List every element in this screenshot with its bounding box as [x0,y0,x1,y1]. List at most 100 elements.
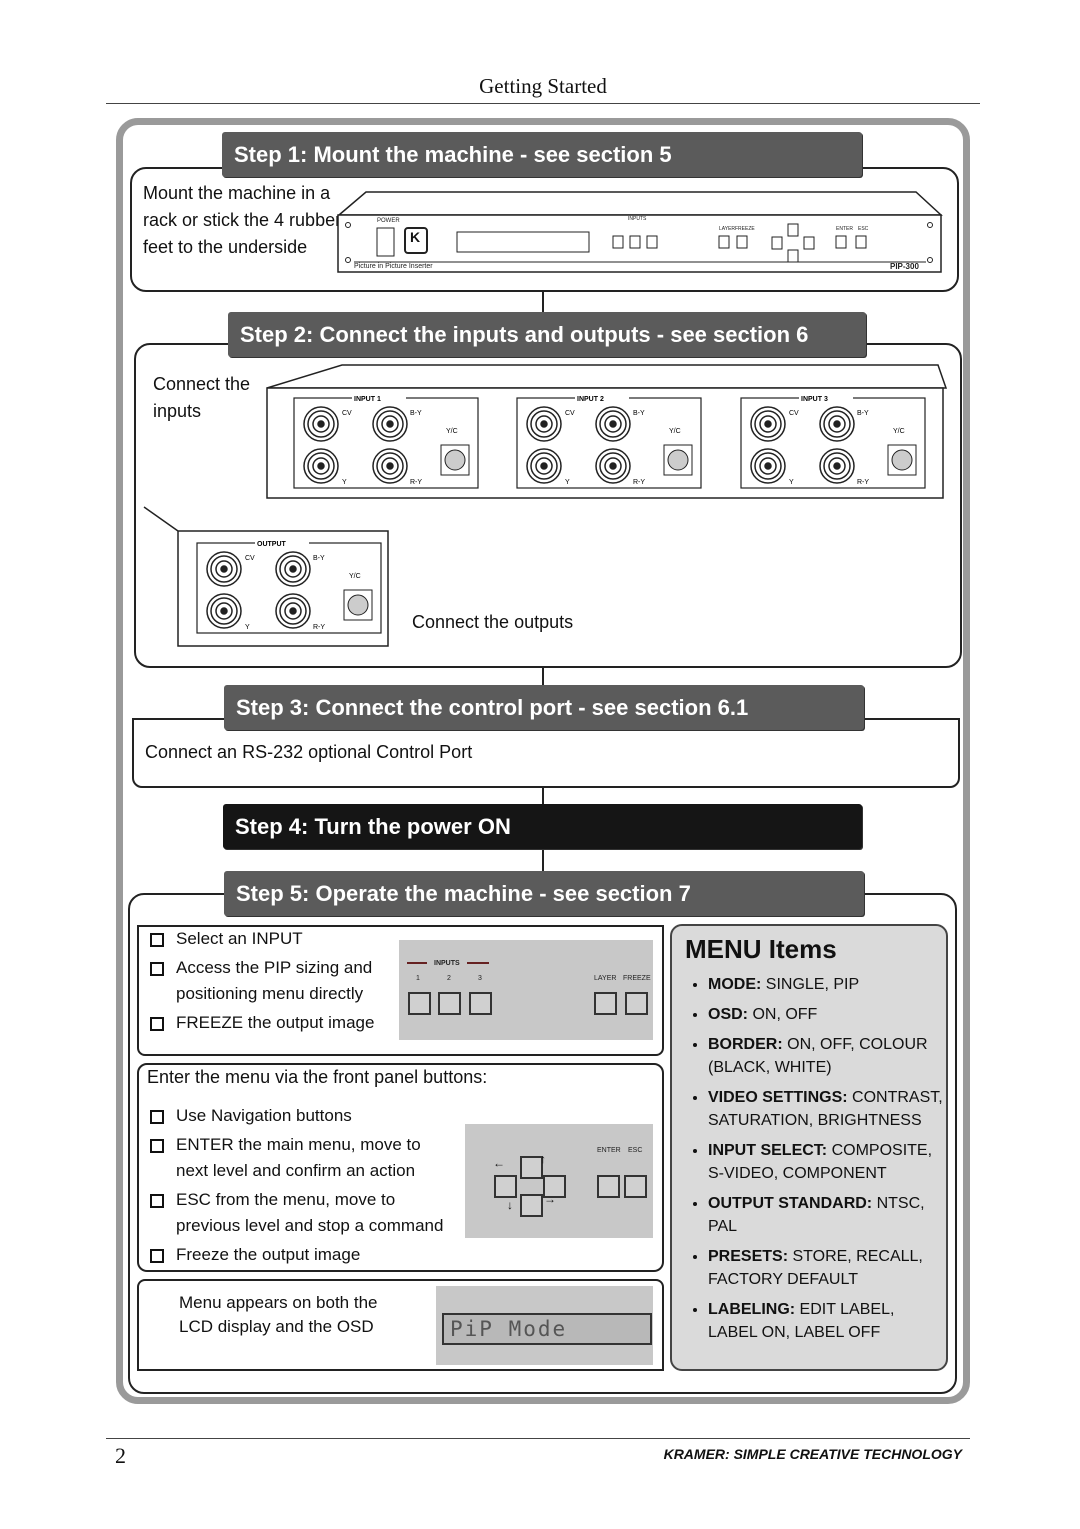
item-text: Freeze the output image [176,1245,361,1264]
item-text: Select an INPUT [176,929,303,948]
connector-label: R-Y [313,624,325,631]
menu-key: PRESETS: [708,1248,789,1265]
rear-output-illustration: OUTPUTCV B-Y Y/C Y R-Y [143,506,389,647]
freeze-button[interactable] [625,992,648,1015]
connector-label: B-Y [410,410,422,417]
connector-label: Y/C [349,573,361,580]
connector-label: Y [789,479,794,486]
connector-label: INPUT 1 [354,396,381,403]
arrow-right-icon: → [544,1192,556,1206]
footer-brand: KRAMER: SIMPLE CREATIVE TECHNOLOGY [663,1446,962,1462]
step2-heading: Step 2: Connect the inputs and outputs -… [228,312,866,357]
lcd-display: PiP Mode [442,1313,652,1345]
model-label: PIP-300 [890,262,919,271]
bnc-connector-icon [275,551,311,587]
input-number: 3 [478,975,482,982]
menu-item: MODE: SINGLE, PIP [708,973,946,996]
connector-label: INPUT 3 [801,396,828,403]
down-button[interactable] [520,1194,543,1217]
navigation-panel: ← ↑ ↓ → ENTER ESC [465,1124,653,1238]
menu-key: OUTPUT STANDARD: [708,1195,873,1212]
arrow-up-icon: ↑ [540,1152,546,1166]
connect-inputs-text: Connect the inputs [153,374,251,421]
menu-list: MODE: SINGLE, PIP OSD: ON, OFF BORDER: ON,… [672,973,946,1344]
menu-key: LABELING: [708,1301,796,1318]
checkbox-icon [150,1249,164,1263]
left-button[interactable] [494,1175,517,1198]
bnc-connector-icon [526,448,562,484]
arrow-down-icon: ↓ [507,1198,513,1212]
layer-label: LAYER [719,226,736,232]
kramer-logo: K [410,229,421,245]
menu-key: INPUT SELECT: [708,1142,828,1159]
connector-label: Y [565,479,570,486]
menu-title: MENU Items [685,934,837,964]
inputs-label: INPUTS [434,960,460,967]
step3-heading: Step 3: Connect the control port - see s… [224,685,864,730]
connector-label: R-Y [410,479,422,486]
step5-heading: Step 5: Operate the machine - see sectio… [224,871,864,916]
svideo-connector-icon [887,444,917,476]
enter-button[interactable] [597,1175,620,1198]
list-item: Use Navigation buttons [150,1103,455,1129]
input-3-button[interactable] [469,992,492,1015]
svideo-connector-icon [440,444,470,476]
power-label: POWER [377,218,400,224]
bnc-connector-icon [595,448,631,484]
bnc-connector-icon [303,406,339,442]
input-buttons-panel: INPUTS 1 2 3 LAYER FREEZE [399,940,653,1040]
bnc-connector-icon [750,406,786,442]
inputs-label: INPUTS [628,216,647,222]
connector-label: Y [245,624,250,631]
checkbox-icon [150,1194,164,1208]
menu-value: ON, OFF [748,1006,818,1023]
navigation-list: Use Navigation buttons ENTER the main me… [150,1103,455,1268]
checkbox-icon [150,933,164,947]
divider [467,962,489,964]
input-2-button[interactable] [438,992,461,1015]
connector-label: R-Y [857,479,869,486]
connect-outputs-text: Connect the outputs [412,612,574,632]
bnc-connector-icon [526,406,562,442]
item-text: ESC from the menu, move to previous leve… [176,1190,444,1235]
freeze-label: FREEZE [735,226,755,232]
running-header: Getting Started [479,74,607,98]
bnc-connector-icon [372,448,408,484]
menu-key: VIDEO SETTINGS: [708,1089,848,1106]
input-1-button[interactable] [408,992,431,1015]
list-item: ENTER the main menu, move to next level … [150,1132,455,1184]
enter-label: ENTER [836,226,853,232]
navigation-title: Enter the menu via the front panel butto… [147,1067,488,1087]
layer-label: LAYER [594,975,617,982]
menu-item: OUTPUT STANDARD: NTSC, PAL [708,1192,946,1238]
connector-label: Y [342,479,347,486]
item-text: Use Navigation buttons [176,1106,352,1125]
bnc-connector-icon [206,593,242,629]
osd-text: Menu appears on both the LCD display and… [179,1293,378,1336]
checkbox-icon [150,1017,164,1031]
step1-text: Mount the machine in a rack or stick the… [143,183,342,257]
enter-label: ENTER [597,1147,621,1154]
svideo-connector-icon [343,589,373,621]
freeze-label: FREEZE [623,975,651,982]
list-item: FREEZE the output image [150,1010,395,1036]
connector-label: Y/C [669,428,681,435]
connector-label: CV [789,410,799,417]
lcd-panel: PiP Mode [436,1286,653,1365]
front-panel-illustration [336,191,943,273]
layer-button[interactable] [594,992,617,1015]
list-item: ESC from the menu, move to previous leve… [150,1187,455,1239]
bnc-connector-icon [206,551,242,587]
input-number: 1 [416,975,420,982]
bnc-connector-icon [595,406,631,442]
connector-label: CV [342,410,352,417]
connector-label: Y/C [446,428,458,435]
checkbox-icon [150,1110,164,1124]
esc-button[interactable] [624,1175,647,1198]
item-text: Access the PIP sizing and positioning me… [176,958,373,1003]
menu-items-box: MENU Items MODE: SINGLE, PIP OSD: ON, OFF… [670,924,948,1371]
item-text: ENTER the main menu, move to next level … [176,1135,421,1180]
bnc-connector-icon [372,406,408,442]
menu-item: BORDER: ON, OFF, COLOUR (BLACK, WHITE) [708,1033,946,1079]
header-rule [106,103,980,104]
